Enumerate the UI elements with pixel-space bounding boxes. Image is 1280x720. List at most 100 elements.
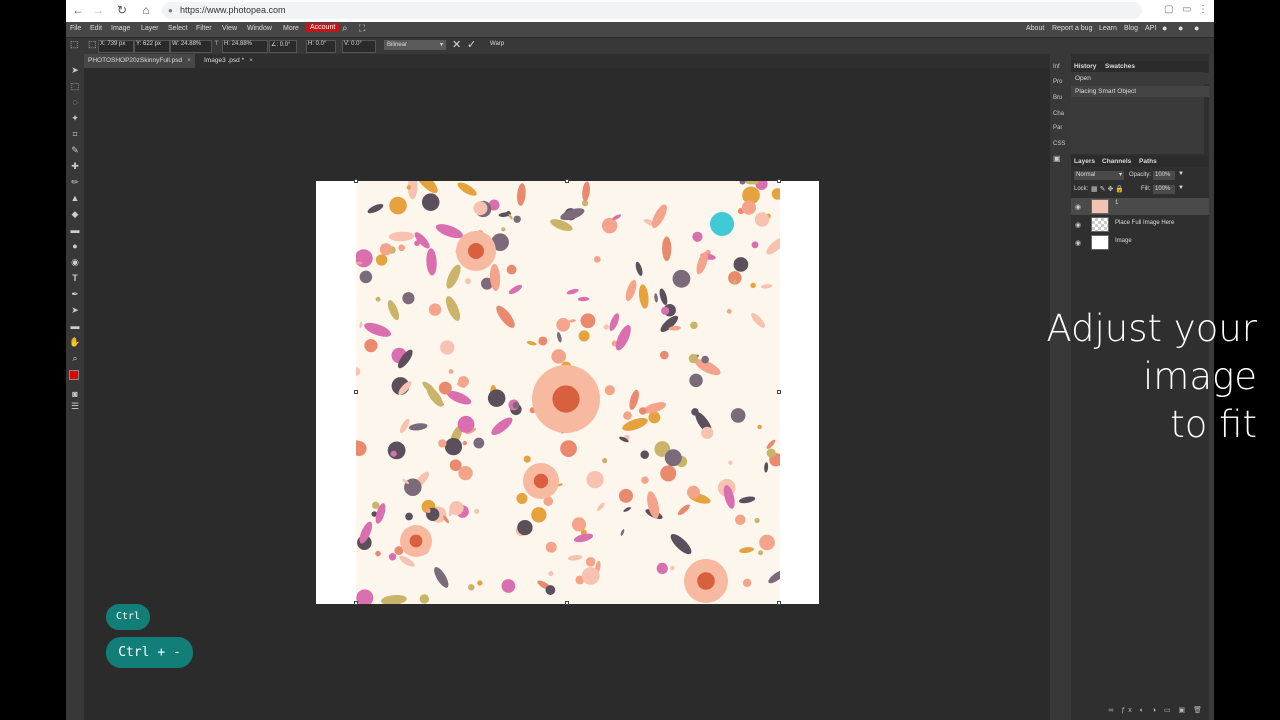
tab-history[interactable]: History: [1074, 63, 1096, 70]
lock-icons[interactable]: ▦✎✥🔒: [1091, 185, 1126, 193]
transform-handle-left[interactable]: [354, 390, 358, 394]
close-icon[interactable]: ×: [249, 57, 253, 64]
menu-image[interactable]: Image: [111, 25, 130, 32]
screen-mode-icon[interactable]: ☰: [69, 400, 81, 412]
panel-brush[interactable]: Bru: [1053, 95, 1062, 101]
reddit-icon[interactable]: ●: [1162, 23, 1167, 33]
fullscreen-icon[interactable]: ⛶: [359, 23, 365, 34]
gradient-tool-icon[interactable]: ▬: [69, 224, 81, 236]
history-item[interactable]: Open: [1071, 73, 1209, 84]
interpolation-select[interactable]: Bilinear ▾: [384, 40, 446, 50]
tab-paths[interactable]: Paths: [1139, 158, 1157, 165]
search-icon[interactable]: ⌕: [342, 23, 348, 34]
crop-tool-icon[interactable]: ⌗: [69, 128, 81, 140]
link-blog[interactable]: Blog: [1124, 25, 1138, 32]
link-report-bug[interactable]: Report a bug: [1052, 25, 1092, 32]
tab-channels[interactable]: Channels: [1102, 158, 1131, 165]
panel-css[interactable]: CSS: [1053, 141, 1065, 147]
close-icon[interactable]: ×: [187, 57, 191, 64]
reload-icon[interactable]: ↻: [114, 3, 130, 17]
reading-list-icon[interactable]: ▭: [1182, 4, 1191, 15]
visibility-eye-icon[interactable]: ◉: [1075, 203, 1081, 211]
eyedropper-icon[interactable]: ✎: [69, 144, 81, 156]
twitter-icon[interactable]: ●: [1178, 23, 1183, 33]
fill-field[interactable]: 100%: [1153, 185, 1175, 194]
transform-handle-bottom-left[interactable]: [354, 601, 358, 605]
browser-menu-icon[interactable]: ⋮: [1198, 4, 1208, 15]
menu-layer[interactable]: Layer: [141, 25, 159, 32]
shape-tool-icon[interactable]: ▬: [69, 320, 81, 332]
transform-handle-bottom[interactable]: [565, 601, 569, 605]
tab-layers[interactable]: Layers: [1074, 158, 1095, 165]
cancel-transform-icon[interactable]: ✕: [452, 38, 461, 51]
fill-dropdown-icon[interactable]: ▼: [1178, 185, 1184, 191]
opacity-field[interactable]: 100%: [1153, 171, 1175, 180]
pattern-motif: [629, 389, 639, 410]
move-tool-icon[interactable]: ➤: [69, 64, 81, 76]
link-learn[interactable]: Learn: [1099, 25, 1117, 32]
brush-tool-icon[interactable]: ✏: [69, 176, 81, 188]
facebook-icon[interactable]: ●: [1194, 23, 1199, 33]
image-panel-icon[interactable]: ▣: [1053, 154, 1061, 163]
transform-handle-top-left[interactable]: [354, 179, 358, 183]
menu-select[interactable]: Select: [168, 25, 187, 32]
visibility-eye-icon[interactable]: ◉: [1075, 239, 1081, 247]
zoom-tool-icon[interactable]: ⌕: [69, 352, 81, 364]
back-icon[interactable]: ←: [70, 3, 86, 17]
type-tool-icon[interactable]: T: [69, 272, 81, 284]
hand-tool-icon[interactable]: ✋: [69, 336, 81, 348]
marquee-tool-icon[interactable]: ⬚: [69, 80, 81, 92]
opacity-dropdown-icon[interactable]: ▼: [1178, 171, 1184, 177]
pattern-motif: [438, 381, 452, 395]
transform-handle-right[interactable]: [777, 390, 781, 394]
tab-image3[interactable]: Image3 .psd * ×: [200, 54, 257, 68]
transform-handle-top-right[interactable]: [777, 179, 781, 183]
transform-handle-top[interactable]: [565, 179, 569, 183]
history-item[interactable]: Placing Smart Object: [1071, 86, 1209, 97]
address-bar[interactable]: ● https://www.photopea.com: [162, 2, 1142, 19]
panel-paragraph[interactable]: Par: [1053, 125, 1062, 131]
reference-point-icon[interactable]: ⬚: [88, 39, 97, 50]
skew-v-value: V: 0.0°: [344, 41, 362, 47]
link-about[interactable]: About: [1026, 25, 1044, 32]
quick-mask-icon[interactable]: ◙: [69, 388, 81, 400]
extensions-icon[interactable]: ▢: [1164, 4, 1173, 15]
lasso-tool-icon[interactable]: ◌: [69, 96, 81, 108]
home-icon[interactable]: ⌂: [138, 3, 154, 17]
tab-photoshop20zskinnyfull[interactable]: PHOTOSHOP20zSkinnyFull.psd ×: [84, 54, 195, 68]
link-icon[interactable]: ⊤: [214, 40, 219, 47]
layer-row[interactable]: ◉ 1: [1071, 198, 1209, 215]
account-button[interactable]: Account: [306, 23, 340, 32]
panel-properties[interactable]: Pro: [1053, 79, 1062, 85]
menu-window[interactable]: Window: [247, 25, 272, 32]
layer-row[interactable]: ◉ Image: [1071, 234, 1209, 251]
transform-handle-bottom-right[interactable]: [777, 601, 781, 605]
healing-tool-icon[interactable]: ✚: [69, 160, 81, 172]
menu-file[interactable]: File: [70, 25, 81, 32]
foreground-color-swatch[interactable]: [69, 370, 79, 380]
menu-more[interactable]: More: [283, 25, 299, 32]
eraser-tool-icon[interactable]: ◆: [69, 208, 81, 220]
blend-mode-select[interactable]: Normal ▾: [1074, 171, 1124, 180]
link-api[interactable]: API: [1145, 25, 1156, 32]
tab-swatches[interactable]: Swatches: [1105, 63, 1135, 70]
menu-view[interactable]: View: [222, 25, 237, 32]
blur-tool-icon[interactable]: ●: [69, 240, 81, 252]
panel-character[interactable]: Cha: [1053, 111, 1064, 117]
menu-filter[interactable]: Filter: [196, 25, 212, 32]
pattern-motif: [491, 417, 513, 436]
pen-tool-icon[interactable]: ✒: [69, 288, 81, 300]
panel-info[interactable]: Inf: [1053, 64, 1060, 70]
menu-edit[interactable]: Edit: [90, 25, 102, 32]
visibility-eye-icon[interactable]: ◉: [1075, 221, 1081, 229]
placed-floral-image[interactable]: [356, 181, 780, 604]
path-select-icon[interactable]: ➤: [69, 304, 81, 316]
layer-row[interactable]: ◉ Place Full Image Here: [1071, 216, 1209, 233]
forward-icon[interactable]: →: [90, 3, 106, 17]
dodge-tool-icon[interactable]: ◉: [69, 256, 81, 268]
magic-wand-icon[interactable]: ✦: [69, 112, 81, 124]
warp-button[interactable]: Warp: [490, 41, 504, 47]
clone-stamp-icon[interactable]: ▲: [69, 192, 81, 204]
commit-transform-icon[interactable]: ✓: [467, 38, 476, 51]
layers-footer-icons[interactable]: ∞ ƒx ◐ ◑ ▭ ▣ 🗑: [1071, 706, 1209, 716]
